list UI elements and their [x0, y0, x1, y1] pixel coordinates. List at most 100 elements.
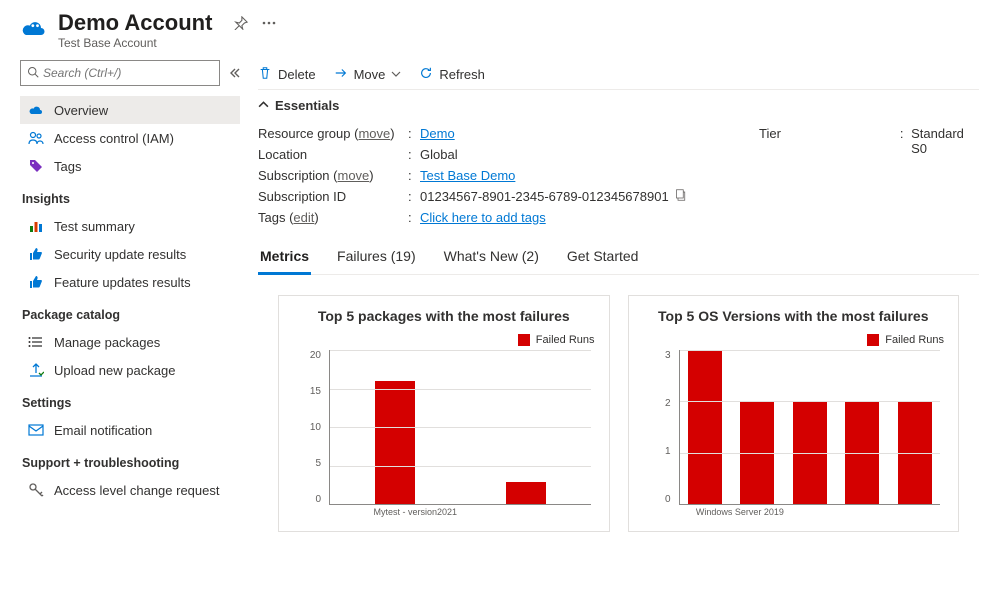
arrow-right-icon — [334, 66, 348, 83]
upload-icon — [28, 362, 44, 378]
sidebar-item-label: Test summary — [54, 219, 135, 234]
tab-failures-19-[interactable]: Failures (19) — [335, 242, 418, 274]
essentials-value-link[interactable]: Demo — [420, 126, 455, 141]
more-icon[interactable] — [262, 21, 276, 25]
sidebar-item-label: Upload new package — [54, 363, 175, 378]
refresh-label: Refresh — [439, 67, 485, 82]
sidebar-item-label: Manage packages — [54, 335, 160, 350]
copy-icon[interactable] — [675, 189, 687, 204]
essentials-label: Subscription ID — [258, 189, 408, 204]
sidebar-item-access-level-change-request[interactable]: Access level change request — [20, 476, 240, 504]
chart-plot-area: 20151050Mytest - version2021 — [293, 350, 595, 525]
essentials-label: Tags (edit) — [258, 210, 408, 225]
sidebar-item-label: Overview — [54, 103, 108, 118]
bar — [845, 402, 879, 505]
chevron-up-icon — [258, 98, 269, 113]
essentials-label: Resource group (move) — [258, 126, 408, 141]
refresh-button[interactable]: Refresh — [419, 66, 485, 83]
thumb-blue-icon — [28, 274, 44, 290]
tab-metrics[interactable]: Metrics — [258, 242, 311, 275]
sidebar-section-header: Support + troubleshooting — [20, 444, 240, 476]
sidebar-section-header: Insights — [20, 180, 240, 212]
essentials-label: Subscription (move) — [258, 168, 408, 183]
sidebar-item-label: Security update results — [54, 247, 186, 262]
essentials-move-link[interactable]: move — [358, 126, 390, 141]
chart-legend: Failed Runs — [293, 334, 595, 346]
essentials-edit-link[interactable]: edit — [293, 210, 314, 225]
sidebar-item-label: Email notification — [54, 423, 152, 438]
chart-title: Top 5 OS Versions with the most failures — [643, 308, 945, 324]
legend-swatch — [518, 334, 530, 346]
bar — [740, 402, 774, 505]
sidebar-item-access-control-iam-[interactable]: Access control (IAM) — [20, 124, 240, 152]
y-axis-ticks: 3210 — [643, 350, 675, 505]
tab-get-started[interactable]: Get Started — [565, 242, 641, 274]
move-label: Move — [354, 67, 386, 82]
bar — [506, 482, 546, 505]
sidebar-section-header: Settings — [20, 384, 240, 416]
people-icon — [28, 130, 44, 146]
sidebar-item-label: Access control (IAM) — [54, 131, 174, 146]
delete-label: Delete — [278, 67, 316, 82]
essentials-value-link[interactable]: Test Base Demo — [420, 168, 515, 183]
thumb-blue-icon — [28, 246, 44, 262]
chart-legend: Failed Runs — [643, 334, 945, 346]
essentials-value: Test Base Demo — [420, 168, 515, 183]
bar — [375, 381, 415, 505]
move-button[interactable]: Move — [334, 66, 402, 83]
tab-what-s-new-2-[interactable]: What's New (2) — [442, 242, 541, 274]
tag-icon — [28, 158, 44, 174]
bar — [793, 402, 827, 505]
trash-icon — [258, 66, 272, 83]
page-title: Demo Account — [58, 10, 212, 36]
essentials-row: Resource group (move):Demo — [258, 123, 729, 144]
collapse-sidebar-icon[interactable] — [228, 67, 240, 79]
search-input-wrap[interactable] — [20, 60, 220, 86]
legend-label: Failed Runs — [885, 334, 944, 346]
essentials-value: Global — [420, 147, 458, 162]
essentials-row: Tags (edit):Click here to add tags — [258, 207, 729, 228]
essentials-row: Subscription (move):Test Base Demo — [258, 165, 729, 186]
legend-swatch — [867, 334, 879, 346]
essentials-label: Location — [258, 147, 408, 162]
sidebar-section-header: Package catalog — [20, 296, 240, 328]
sidebar-item-email-notification[interactable]: Email notification — [20, 416, 240, 444]
chart-plot-area: 3210Windows Server 2019 — [643, 350, 945, 525]
search-icon — [27, 66, 39, 81]
chart-card-packages: Top 5 packages with the most failures Fa… — [278, 295, 610, 532]
bar — [898, 402, 932, 505]
essentials-move-link[interactable]: move — [337, 168, 369, 183]
sidebar-item-security-update-results[interactable]: Security update results — [20, 240, 240, 268]
essentials-value-link[interactable]: Click here to add tags — [420, 210, 546, 225]
chevron-down-icon — [391, 67, 401, 82]
mail-icon — [28, 422, 44, 438]
bar — [688, 350, 722, 505]
sidebar-item-tags[interactable]: Tags — [20, 152, 240, 180]
plot — [329, 350, 591, 505]
chart-title: Top 5 packages with the most failures — [293, 308, 595, 324]
sidebar-item-overview[interactable]: Overview — [20, 96, 240, 124]
key-icon — [28, 482, 44, 498]
chart-card-os: Top 5 OS Versions with the most failures… — [628, 295, 960, 532]
resource-icon — [20, 14, 48, 42]
sidebar-item-upload-new-package[interactable]: Upload new package — [20, 356, 240, 384]
sidebar-item-label: Feature updates results — [54, 275, 191, 290]
essentials-value: Standard S0 — [911, 126, 979, 156]
pin-icon[interactable] — [234, 16, 248, 30]
essentials-value: 01234567-8901-2345-6789-012345678901 — [420, 189, 687, 204]
bars-icon — [28, 218, 44, 234]
essentials-value: Demo — [420, 126, 455, 141]
search-input[interactable] — [43, 66, 213, 80]
essentials-toggle[interactable]: Essentials — [258, 98, 979, 113]
x-axis-labels: Windows Server 2019 — [679, 507, 941, 525]
sidebar-item-manage-packages[interactable]: Manage packages — [20, 328, 240, 356]
cloud-icon — [28, 102, 44, 118]
sidebar-item-label: Tags — [54, 159, 81, 174]
refresh-icon — [419, 66, 433, 83]
sidebar-item-label: Access level change request — [54, 483, 219, 498]
sidebar-item-feature-updates-results[interactable]: Feature updates results — [20, 268, 240, 296]
sidebar-item-test-summary[interactable]: Test summary — [20, 212, 240, 240]
delete-button[interactable]: Delete — [258, 66, 316, 83]
page-subtitle: Test Base Account — [58, 36, 212, 50]
y-axis-ticks: 20151050 — [293, 350, 325, 505]
